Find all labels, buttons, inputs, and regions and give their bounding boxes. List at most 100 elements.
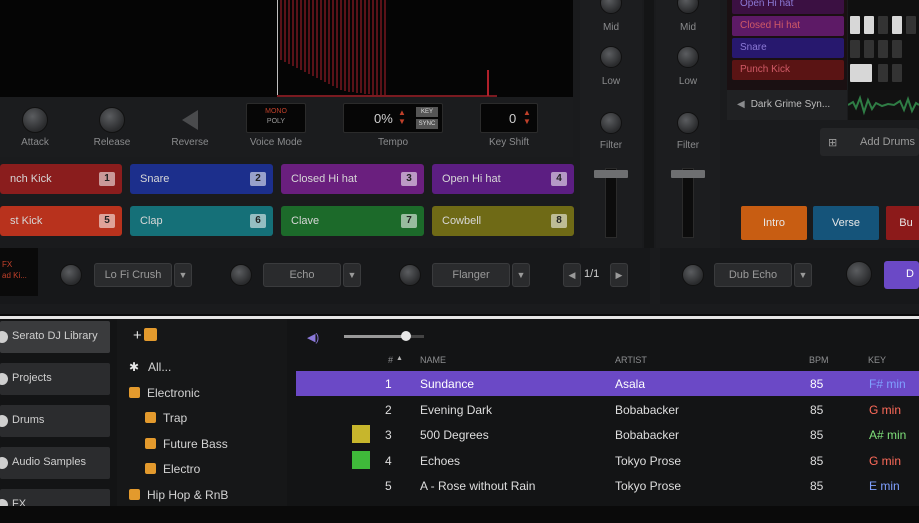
crate-item[interactable]: Future Bass <box>145 437 228 451</box>
step-cell[interactable] <box>850 64 872 82</box>
sync-badge[interactable]: SYNC <box>416 119 438 129</box>
column-header-bpm[interactable]: BPM <box>809 355 829 365</box>
mid-knob-right[interactable] <box>677 0 699 14</box>
mid-knob-left[interactable] <box>600 0 622 14</box>
volume-fader-cap-right[interactable] <box>671 170 705 178</box>
sample-pad-7[interactable]: Clave 7 <box>281 206 424 236</box>
step-cell[interactable] <box>850 16 860 34</box>
low-knob-right[interactable] <box>677 46 699 68</box>
crate-label: Hip Hop & RnB <box>147 487 229 502</box>
fx2-knob[interactable] <box>230 264 252 286</box>
track-artist: Bobabacker <box>615 428 680 442</box>
column-header-num[interactable]: # <box>388 355 393 365</box>
sample-pad-1[interactable]: nch Kick 1 <box>0 164 122 194</box>
fx-bar-right: Dub Echo ▼ D <box>660 248 919 304</box>
step-cell[interactable] <box>906 16 916 34</box>
crate-item[interactable]: Electro <box>145 462 200 476</box>
reverse-icon[interactable] <box>180 109 200 131</box>
step-cell[interactable] <box>878 64 888 82</box>
step-cell[interactable] <box>892 40 902 58</box>
track-name: 500 Degrees <box>420 428 489 442</box>
step-cell[interactable] <box>850 40 860 58</box>
key-shift-stepper-icon[interactable]: ▲ ▼ <box>523 108 531 126</box>
tempo-stepper-icon[interactable]: ▲ ▼ <box>398 108 406 126</box>
drum-lane[interactable]: Closed Hi hat <box>732 16 844 36</box>
fx1-knob[interactable] <box>60 264 82 286</box>
filter-knob-left[interactable] <box>600 112 622 134</box>
table-row[interactable]: 2 Evening Dark Bobabacker 85 G min <box>296 397 919 422</box>
cue-point-2[interactable]: Verse <box>813 206 879 240</box>
mixer-divider <box>644 0 654 248</box>
crate-item[interactable]: Trap <box>145 411 187 425</box>
tempo-label: Tempo <box>377 137 408 148</box>
sidebar-item[interactable]: Serato DJ Library <box>0 321 110 353</box>
fx2-dropdown-icon[interactable]: ▼ <box>343 263 361 287</box>
drum-lane[interactable]: Punch Kick <box>732 60 844 80</box>
cue-point-3[interactable]: Bu <box>886 206 919 240</box>
fx2-select[interactable]: Echo <box>263 263 341 287</box>
add-crate-button[interactable]: + <box>133 327 164 344</box>
step-cell[interactable] <box>864 16 874 34</box>
step-cell[interactable] <box>878 40 888 58</box>
sidebar-item[interactable]: Audio Samples <box>0 447 110 479</box>
low-knob-left[interactable] <box>600 46 622 68</box>
key-shift-display[interactable]: 0 ▲ ▼ <box>480 103 538 133</box>
beat-next-icon[interactable]: ▶ <box>610 263 628 287</box>
add-drums-button[interactable]: ⊞ Add Drums <box>820 128 919 156</box>
bottom-bar <box>0 506 919 523</box>
column-header-artist[interactable]: ARTIST <box>615 355 647 365</box>
speaker-icon[interactable]: ◀) <box>307 331 319 344</box>
fx1-dropdown-icon[interactable]: ▼ <box>174 263 192 287</box>
attack-knob[interactable] <box>22 107 48 133</box>
fx4-knob[interactable] <box>682 264 704 286</box>
fx-slot-display[interactable]: FX ad Ki... <box>0 248 38 296</box>
table-row[interactable]: 3 500 Degrees Bobabacker 85 A# min <box>296 422 919 447</box>
table-row[interactable]: 5 A - Rose without Rain Tokyo Prose 85 E min <box>296 473 919 498</box>
column-header-name[interactable]: NAME <box>420 355 446 365</box>
sample-pad-5[interactable]: st Kick 5 <box>0 206 122 236</box>
fx3-dropdown-icon[interactable]: ▼ <box>512 263 530 287</box>
fx1-select[interactable]: Lo Fi Crush <box>94 263 172 287</box>
drum-lane[interactable]: Open Hi hat <box>732 0 844 14</box>
sidebar-item[interactable]: Projects <box>0 363 110 395</box>
key-badge[interactable]: KEY <box>416 107 438 117</box>
fx-depth-knob[interactable] <box>846 261 872 287</box>
volume-fader-cap-left[interactable] <box>594 170 628 178</box>
column-header-key[interactable]: KEY <box>868 355 886 365</box>
crate-item[interactable]: ✱ All... <box>129 360 171 374</box>
filter-knob-right[interactable] <box>677 112 699 134</box>
step-cell[interactable] <box>892 64 902 82</box>
sample-pad-6[interactable]: Clap 6 <box>130 206 273 236</box>
volume-fader-left[interactable] <box>605 168 617 238</box>
sample-pad-3[interactable]: Closed Hi hat 3 <box>281 164 424 194</box>
sample-pad-8[interactable]: Cowbell 8 <box>432 206 574 236</box>
fx3-select[interactable]: Flanger <box>432 263 510 287</box>
fx4-dropdown-icon[interactable]: ▼ <box>794 263 812 287</box>
sample-waveform <box>848 90 919 120</box>
table-row[interactable]: 1 Sundance Asala 85 F# min <box>296 371 919 396</box>
volume-slider[interactable] <box>344 331 424 341</box>
volume-fader-right[interactable] <box>682 168 694 238</box>
crate-item[interactable]: Electronic <box>129 386 200 400</box>
release-knob[interactable] <box>99 107 125 133</box>
waveform-display[interactable] <box>0 0 573 97</box>
volume-slider-thumb[interactable] <box>401 331 411 341</box>
fx4-select[interactable]: Dub Echo <box>714 263 792 287</box>
tempo-display[interactable]: 0% ▲ ▼ KEY SYNC <box>343 103 443 133</box>
sample-pad-4[interactable]: Open Hi hat 4 <box>432 164 574 194</box>
deck-d-button[interactable]: D <box>884 261 919 289</box>
sample-row[interactable]: ◀ Dark Grime Syn... <box>727 90 847 120</box>
fx3-knob[interactable] <box>399 264 421 286</box>
sidebar-item[interactable]: Drums <box>0 405 110 437</box>
drum-lane[interactable]: Snare <box>732 38 844 58</box>
sample-pad-2[interactable]: Snare 2 <box>130 164 273 194</box>
step-cell[interactable] <box>878 16 888 34</box>
beat-prev-icon[interactable]: ◀ <box>563 263 581 287</box>
step-cell[interactable] <box>864 40 874 58</box>
track-number: 2 <box>385 402 392 417</box>
cue-point-1[interactable]: Intro <box>741 206 807 240</box>
table-row[interactable]: 4 Echoes Tokyo Prose 85 G min <box>296 448 919 473</box>
crate-item[interactable]: Hip Hop & RnB <box>129 488 228 502</box>
voice-mode-display[interactable]: MONO POLY <box>246 103 306 133</box>
step-cell[interactable] <box>892 16 902 34</box>
